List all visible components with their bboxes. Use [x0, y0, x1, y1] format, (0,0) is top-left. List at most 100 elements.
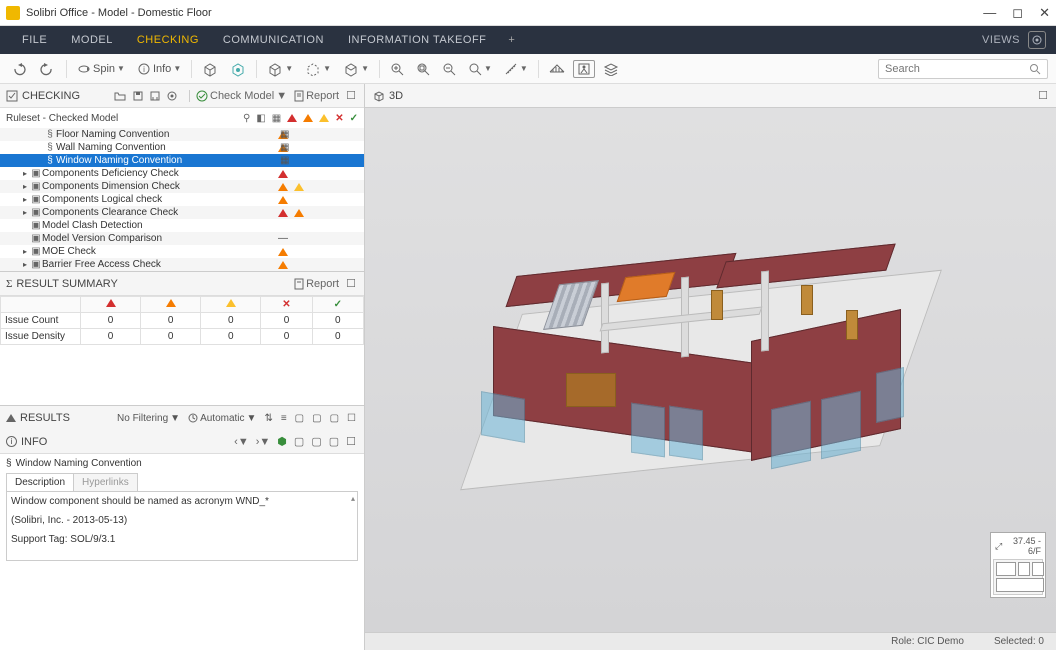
maximize-button[interactable]: ◻	[1012, 5, 1023, 21]
rules-tree[interactable]: §Floor Naming Convention▦§Wall Naming Co…	[0, 128, 364, 271]
search-input[interactable]	[885, 63, 1029, 75]
window-titlebar: Solibri Office - Model - Domestic Floor …	[0, 0, 1056, 26]
section-button[interactable]	[545, 60, 569, 78]
info-rule-name: Window Naming Convention	[16, 458, 142, 469]
zoom-dropdown[interactable]: ▼	[464, 60, 496, 78]
info-box1-icon[interactable]: ▢	[292, 435, 306, 448]
zoom-in-button[interactable]	[386, 60, 408, 78]
rule-row[interactable]: §Window Naming Convention▦	[0, 154, 364, 167]
rule-row[interactable]: §Floor Naming Convention▦	[0, 128, 364, 141]
info-next-button[interactable]: ›▼	[254, 436, 273, 448]
expand-caret-icon[interactable]: ▸	[20, 182, 30, 191]
menu-checking[interactable]: CHECKING	[125, 34, 211, 46]
info-dropdown[interactable]: iInfo▼	[133, 60, 185, 78]
minimap-expand-icon[interactable]: ⤢	[995, 541, 1002, 552]
box-tool-1[interactable]	[198, 59, 222, 79]
save-ruleset-2-icon[interactable]	[148, 91, 162, 101]
link-icon[interactable]: ⚲	[243, 113, 250, 124]
results-sort-icon[interactable]: ⇅	[262, 413, 274, 424]
minimap[interactable]: ⤢37.45 - 6/F	[990, 532, 1046, 598]
rule-grid-icon[interactable]: ▦	[280, 129, 289, 140]
sigma-icon: Σ	[6, 278, 12, 290]
measure-dropdown[interactable]: ▼	[500, 60, 532, 78]
rule-severities	[274, 209, 364, 217]
box-tool-2[interactable]	[226, 59, 250, 79]
rule-row[interactable]: ▸▣Components Clearance Check	[0, 206, 364, 219]
rule-type-icon: ▣	[30, 220, 42, 231]
redo-button[interactable]	[36, 60, 60, 78]
box-tool-dropdown-1[interactable]: ▼	[263, 59, 297, 79]
rule-row[interactable]: ▣Model Version Comparison—	[0, 232, 364, 245]
close-button[interactable]: ✕	[1039, 5, 1050, 21]
box-tool-dropdown-2[interactable]: ▼	[301, 59, 335, 79]
rule-type-icon: §	[44, 142, 56, 153]
menu-communication[interactable]: COMMUNICATION	[211, 34, 336, 46]
info-desc-line2: (Solibri, Inc. - 2013-05-13)	[11, 515, 353, 526]
zoom-fit-button[interactable]	[412, 60, 434, 78]
rule-row[interactable]: ▸▣Components Deficiency Check	[0, 167, 364, 180]
check-model-button[interactable]: Check Model ▼	[189, 90, 289, 102]
rule-row[interactable]: ▣Model Clash Detection	[0, 219, 364, 232]
info-box3-icon[interactable]: ▢	[327, 435, 341, 448]
markup-button[interactable]	[573, 60, 595, 78]
undo-button[interactable]	[8, 60, 32, 78]
results-list-icon[interactable]: ≡	[279, 413, 289, 424]
checking-report-button[interactable]: Report	[292, 90, 341, 102]
expand-caret-icon[interactable]: ▸	[20, 247, 30, 256]
rule-grid-icon[interactable]: ▦	[280, 142, 289, 153]
severity-dash-icon: —	[278, 233, 288, 244]
menu-add-tab[interactable]: +	[498, 34, 525, 46]
ruleset-settings-icon[interactable]	[165, 91, 179, 101]
open-ruleset-icon[interactable]	[112, 91, 128, 101]
automatic-dropdown[interactable]: Automatic▼	[186, 413, 258, 424]
menu-information-takeoff[interactable]: INFORMATION TAKEOFF	[336, 34, 498, 46]
results-maximize-icon[interactable]: ☐	[345, 413, 358, 424]
results-box3-icon[interactable]: ▢	[328, 413, 341, 424]
rule-row[interactable]: ▸▣Barrier Free Access Check	[0, 258, 364, 271]
checking-icon	[6, 90, 18, 102]
rule-row[interactable]: ▸▣Components Dimension Check	[0, 180, 364, 193]
info-maximize-icon[interactable]: ☐	[344, 435, 358, 448]
menu-file[interactable]: FILE	[10, 34, 59, 46]
box-tool-dropdown-3[interactable]: ▼	[339, 59, 373, 79]
layers-button[interactable]	[599, 60, 623, 78]
rule-type-icon: §	[44, 155, 56, 166]
expand-caret-icon[interactable]: ▸	[20, 260, 30, 269]
info-title: INFO	[21, 436, 47, 448]
expand-caret-icon[interactable]: ▸	[20, 195, 30, 204]
views-icon[interactable]	[1028, 31, 1046, 49]
info-description[interactable]: Window component should be named as acro…	[6, 491, 358, 561]
rule-type-icon: ▣	[30, 207, 42, 218]
rule-row[interactable]: ▸▣MOE Check	[0, 245, 364, 258]
save-ruleset-icon[interactable]	[131, 91, 145, 101]
info-box2-icon[interactable]: ▢	[309, 435, 323, 448]
grid-icon[interactable]: ▦	[272, 113, 281, 124]
spin-dropdown[interactable]: Spin▼	[73, 60, 129, 78]
info-tab-description[interactable]: Description	[6, 473, 74, 491]
checking-maximize-icon[interactable]: ☐	[344, 89, 358, 102]
summary-report-button[interactable]: Report	[292, 278, 341, 290]
3d-viewport[interactable]: ⤢37.45 - 6/F	[365, 108, 1056, 632]
right-pane: 3D ☐	[365, 84, 1056, 650]
expand-caret-icon[interactable]: ▸	[20, 169, 30, 178]
expand-caret-icon[interactable]: ▸	[20, 208, 30, 217]
rule-grid-icon[interactable]: ▦	[280, 155, 289, 166]
summary-maximize-icon[interactable]: ☐	[344, 277, 358, 290]
rule-row[interactable]: §Wall Naming Convention▦	[0, 141, 364, 154]
checking-title: CHECKING	[22, 90, 80, 102]
viewport-maximize-icon[interactable]: ☐	[1038, 89, 1048, 102]
zoom-out-button[interactable]	[438, 60, 460, 78]
info-green-icon[interactable]: ⬢	[275, 435, 289, 448]
filtering-dropdown[interactable]: No Filtering▼	[115, 413, 182, 424]
search-box[interactable]	[878, 59, 1048, 79]
tag-icon[interactable]: ◧	[256, 113, 265, 124]
info-prev-button[interactable]: ‹▼	[232, 436, 251, 448]
minimize-button[interactable]: —	[983, 5, 996, 21]
menu-model[interactable]: MODEL	[59, 34, 125, 46]
info-tab-hyperlinks[interactable]: Hyperlinks	[73, 473, 138, 491]
results-box1-icon[interactable]: ▢	[293, 413, 306, 424]
rule-row[interactable]: ▸▣Components Logical check	[0, 193, 364, 206]
results-box2-icon[interactable]: ▢	[310, 413, 323, 424]
views-label[interactable]: VIEWS	[982, 34, 1020, 46]
scroll-up-icon[interactable]: ▴	[351, 494, 355, 503]
